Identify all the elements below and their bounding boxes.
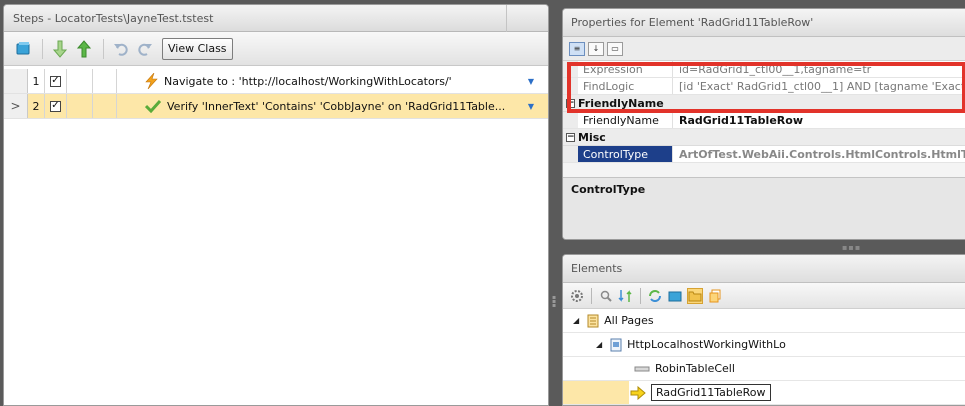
toolbar-separator (591, 287, 592, 304)
row-indicator (4, 69, 28, 93)
checkmark-icon (145, 99, 161, 113)
collapse-toggle[interactable]: − (563, 98, 578, 108)
category-label: FriendlyName (578, 96, 664, 110)
row-indicator: > (4, 94, 28, 118)
tree-node-page[interactable]: ◢ HttpLocalhostWorkingWithLo (563, 333, 965, 357)
sort-elements-icon[interactable] (618, 288, 634, 304)
row-gutter (563, 112, 578, 128)
step-number: 2 (28, 94, 45, 118)
search-icon[interactable] (598, 288, 614, 304)
property-description: ControlType (563, 177, 965, 239)
categorized-icon[interactable]: ≡ (569, 41, 585, 56)
step-blank-cell (67, 69, 93, 93)
chevron-down-icon[interactable]: ▼ (514, 94, 548, 118)
expand-toggle-icon[interactable]: ◢ (573, 316, 579, 325)
collapse-toggle[interactable]: − (563, 132, 578, 142)
row-gutter (563, 61, 578, 77)
step-blank-cell (93, 69, 117, 93)
minus-icon[interactable]: − (566, 132, 575, 142)
step-description-cell: Verify 'InnerText' 'Contains' 'CobbJayne… (117, 94, 514, 118)
toolbar-separator (640, 287, 641, 304)
step-enabled-checkbox[interactable]: ✓ (50, 100, 61, 112)
undo-icon[interactable] (110, 38, 132, 60)
property-row-friendlyname[interactable]: FriendlyName RadGrid11TableRow (563, 112, 965, 129)
add-element-icon[interactable] (667, 288, 683, 304)
arrow-right-icon (630, 385, 646, 400)
sort-alpha-icon[interactable]: ↓ (588, 41, 604, 56)
page-icon (610, 338, 622, 352)
property-pages-icon[interactable]: ▭ (607, 41, 623, 56)
property-value[interactable]: [id 'Exact' RadGrid1_ctl00__1] AND [tagn… (673, 80, 965, 93)
copy-icon[interactable] (707, 288, 723, 304)
chevron-down-icon[interactable]: ▼ (514, 69, 548, 93)
add-step-icon[interactable] (12, 38, 34, 60)
property-value[interactable]: RadGrid11TableRow (673, 114, 965, 127)
splitter-handle[interactable]: ▪▪▪ (842, 243, 861, 252)
move-down-icon[interactable] (49, 38, 71, 60)
step-description-cell: Navigate to : 'http://localhost/WorkingW… (117, 69, 514, 93)
tree-node-radgrid-row[interactable]: RadGrid11TableRow (563, 381, 965, 405)
refresh-icon[interactable] (647, 288, 663, 304)
elements-title: Elements (563, 255, 965, 283)
tree-label: RobinTableCell (655, 362, 735, 375)
property-name: FindLogic (578, 78, 673, 94)
step-blank-cell (67, 94, 93, 118)
steps-panel: Steps - LocatorTests\JayneTest.tstest Vi… (3, 4, 549, 406)
row-gutter (563, 146, 578, 162)
category-label: Misc (578, 130, 606, 144)
steps-panel-title: Steps - LocatorTests\JayneTest.tstest (4, 5, 548, 32)
property-row-findlogic[interactable]: FindLogic [id 'Exact' RadGrid1_ctl00__1]… (563, 78, 965, 95)
tree-node-robin-cell[interactable]: RobinTableCell (563, 357, 965, 381)
tree-label[interactable]: RadGrid11TableRow (651, 384, 771, 401)
step-blank-cell (93, 94, 117, 118)
expand-toggle-icon[interactable]: ◢ (596, 340, 602, 349)
property-grid: Expression id=RadGrid1_ctl00__1,tagname=… (563, 61, 965, 163)
pages-icon (587, 314, 599, 328)
table-cell-icon (634, 365, 650, 373)
step-description: Navigate to : 'http://localhost/WorkingW… (164, 74, 452, 88)
selection-gutter (563, 381, 629, 404)
tree-node-all-pages[interactable]: ◢ All Pages (563, 309, 965, 333)
step-description: Verify 'InnerText' 'Contains' 'CobbJayne… (167, 99, 506, 113)
elements-panel: Elements ◢ All Pages ◢ HttpLocalhostWork… (562, 254, 965, 406)
redo-icon[interactable] (134, 38, 156, 60)
tree-label: HttpLocalhostWorkingWithLo (627, 338, 786, 351)
minus-icon[interactable]: − (566, 98, 575, 108)
toolbar-separator (42, 38, 43, 59)
steps-toolbar: View Class (4, 32, 548, 66)
title-cap (506, 5, 548, 32)
move-up-icon[interactable] (73, 38, 95, 60)
elements-toolbar (563, 283, 965, 309)
step-enabled-checkbox[interactable]: ✓ (50, 75, 61, 87)
folder-icon[interactable] (687, 287, 703, 304)
category-friendlyname[interactable]: − FriendlyName (563, 95, 965, 112)
property-name: FriendlyName (578, 112, 673, 128)
lightning-icon (145, 73, 158, 89)
properties-title: Properties for Element 'RadGrid11TableRo… (563, 9, 965, 37)
properties-toolbar: ≡ ↓ ▭ (563, 37, 965, 61)
property-row-expression[interactable]: Expression id=RadGrid1_ctl00__1,tagname=… (563, 61, 965, 78)
step-enabled-cell: ✓ (45, 94, 67, 118)
properties-panel: Properties for Element 'RadGrid11TableRo… (562, 8, 965, 240)
tree-label: All Pages (604, 314, 654, 327)
step-enabled-cell: ✓ (45, 69, 67, 93)
row-gutter (563, 78, 578, 94)
property-value[interactable]: id=RadGrid1_ctl00__1,tagname=tr (673, 63, 965, 76)
property-name: ControlType (578, 146, 673, 162)
step-number: 1 (28, 69, 45, 93)
toolbar-separator (103, 38, 104, 59)
step-row[interactable]: 1 ✓ Navigate to : 'http://localhost/Work… (4, 69, 548, 94)
view-class-button[interactable]: View Class (162, 37, 233, 60)
property-name: Expression (578, 61, 673, 77)
panel-grip-handle[interactable]: ▪ ▪ ▪ (552, 295, 556, 309)
property-value[interactable]: ArtOfTest.WebAii.Controls.HtmlControls.H… (673, 148, 965, 161)
steps-title-text: Steps - LocatorTests\JayneTest.tstest (13, 12, 214, 25)
category-misc[interactable]: − Misc (563, 129, 965, 146)
settings-icon[interactable] (569, 288, 585, 304)
property-row-controltype[interactable]: ControlType ArtOfTest.WebAii.Controls.Ht… (563, 146, 965, 163)
step-row[interactable]: > 2 ✓ Verify 'InnerText' 'Contains' 'Cob… (4, 94, 548, 119)
